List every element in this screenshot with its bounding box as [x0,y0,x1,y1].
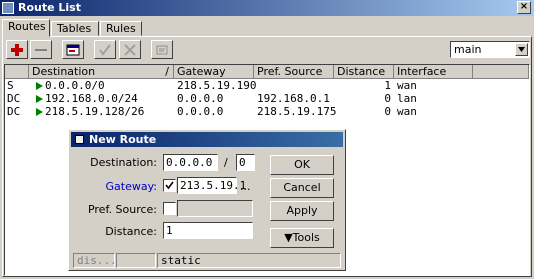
new-route-dialog: New Route Destination: 0.0.0.0 / 0 Gatew… [68,129,346,271]
dialog-title-bar[interactable]: New Route [71,132,343,147]
row-interface: lan [397,92,417,105]
row-gateway: 0.0.0.0 [177,92,224,105]
route-arrow-icon [36,108,43,116]
row-interface: wan [397,105,417,118]
ok-button[interactable]: OK [270,155,334,175]
sort-icon: / [165,65,169,78]
column-header-interface[interactable]: Interface [394,65,473,79]
row-flag: DC [7,92,21,105]
destination-label: Destination: [90,156,157,169]
edit-button[interactable] [62,40,84,59]
chevron-down-icon[interactable] [515,43,528,56]
row-interface: wan [397,79,417,92]
status-blank [116,253,156,268]
title-bar[interactable]: Route List × [0,0,534,16]
window-edit-icon [66,44,80,56]
column-header-spare [473,65,529,79]
distance-input[interactable]: 1 [163,222,253,239]
row-distance: 0 [384,105,391,118]
status-enabled: dis... [73,253,117,268]
row-flag: DC [7,105,21,118]
row-distance: 1 [384,79,391,92]
tools-button[interactable]: ▼Tools [270,228,334,248]
gateway-input[interactable]: 213.5.19.1 [177,177,246,194]
column-header-pref-source[interactable]: Pref. Source [254,65,334,79]
column-header-distance[interactable]: Distance [334,65,394,79]
destination-mask-input[interactable]: 0 [236,154,255,171]
tab-tables[interactable]: Tables [51,21,99,36]
table-row[interactable]: S 0.0.0.0/0 218.5.19.190 1 wan [5,79,529,92]
row-gateway: 0.0.0.0 [177,105,224,118]
check-icon [99,44,111,56]
add-button[interactable] [6,40,28,59]
row-destination: 0.0.0.0/0 [45,79,105,92]
cancel-button[interactable]: Cancel [270,178,334,198]
row-pref-source: 218.5.19.175 [257,105,337,118]
apply-button[interactable]: Apply [270,201,334,221]
dialog-icon [75,135,84,144]
remove-button[interactable] [30,40,52,59]
column-header-gateway[interactable]: Gateway [174,65,254,79]
column-header-flags[interactable] [5,65,29,79]
pref-source-input[interactable] [177,200,253,217]
enable-button[interactable] [94,40,116,59]
window-title: Route List [18,1,81,14]
table-row[interactable]: DC 218.5.19.128/26 0.0.0.0 218.5.19.175 … [5,105,529,118]
pref-source-checkbox[interactable] [163,202,176,215]
distance-label: Distance: [105,225,157,238]
disable-button[interactable] [119,40,141,59]
table-filter-value: main [454,43,482,56]
row-destination: 218.5.19.128/26 [45,105,145,118]
tab-routes[interactable]: Routes [2,19,50,37]
destination-slash: / [224,156,228,169]
row-distance: 0 [384,92,391,105]
plus-icon [11,44,23,56]
dialog-title: New Route [89,133,157,146]
close-button[interactable]: × [517,1,531,14]
minus-icon [35,49,47,51]
gateway-label: Gateway: [105,180,158,193]
window-icon [2,2,14,14]
table-row[interactable]: DC 192.168.0.0/24 0.0.0.0 192.168.0.1 0 … [5,92,529,105]
gateway-more-button[interactable]: ... [240,180,251,193]
check-icon [165,181,174,190]
note-icon [156,45,168,55]
comment-button[interactable] [151,40,173,59]
x-icon [124,44,136,56]
column-header-destination[interactable]: Destination / [29,65,174,79]
row-flag: S [7,79,14,92]
row-destination: 192.168.0.0/24 [45,92,138,105]
row-pref-source: 192.168.0.1 [257,92,330,105]
destination-ip-input[interactable]: 0.0.0.0 [163,154,218,171]
status-type: static [157,253,341,268]
tab-rules[interactable]: Rules [100,21,142,36]
gateway-checkbox[interactable] [163,179,176,192]
row-gateway: 218.5.19.190 [177,79,257,92]
table-filter-select[interactable]: main [450,41,530,58]
route-list-window: Route List × Routes Tables Rules main De… [0,0,534,279]
pref-source-label: Pref. Source: [87,203,157,216]
